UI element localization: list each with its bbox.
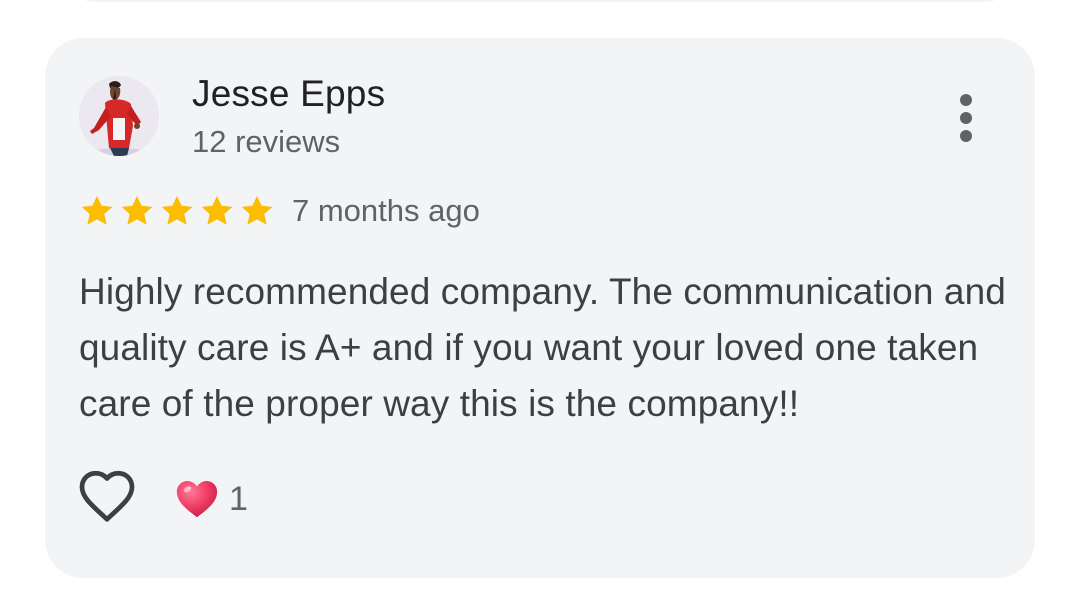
author-review-count: 12 reviews [192, 124, 341, 159]
reaction-count: 1 [229, 479, 248, 518]
red-heart-emoji-icon [176, 480, 218, 518]
like-button[interactable] [75, 468, 139, 528]
more-vert-icon [960, 94, 972, 106]
previous-review-card-edge [60, 0, 1020, 2]
more-vert-icon-dot [960, 130, 972, 142]
review-screen: Jesse Epps 12 reviews 7 months ago Highl… [0, 0, 1080, 603]
reaction-summary[interactable]: 1 [173, 472, 248, 526]
star-icon [201, 195, 233, 225]
author-name[interactable]: Jesse Epps [192, 73, 385, 115]
author-avatar[interactable] [79, 76, 159, 156]
review-date: 7 months ago [292, 193, 480, 228]
more-options-button[interactable] [943, 88, 991, 148]
more-vert-icon-dot [960, 112, 972, 124]
review-card: Jesse Epps 12 reviews 7 months ago Highl… [45, 38, 1035, 578]
avatar-photo [79, 76, 159, 156]
heart-outline-icon [79, 470, 135, 522]
star-icon [241, 195, 273, 225]
star-icon [81, 195, 113, 225]
review-text: Highly recommended company. The communic… [79, 271, 1006, 424]
star-rating [78, 191, 278, 231]
star-icon [121, 195, 153, 225]
star-icon [161, 195, 193, 225]
